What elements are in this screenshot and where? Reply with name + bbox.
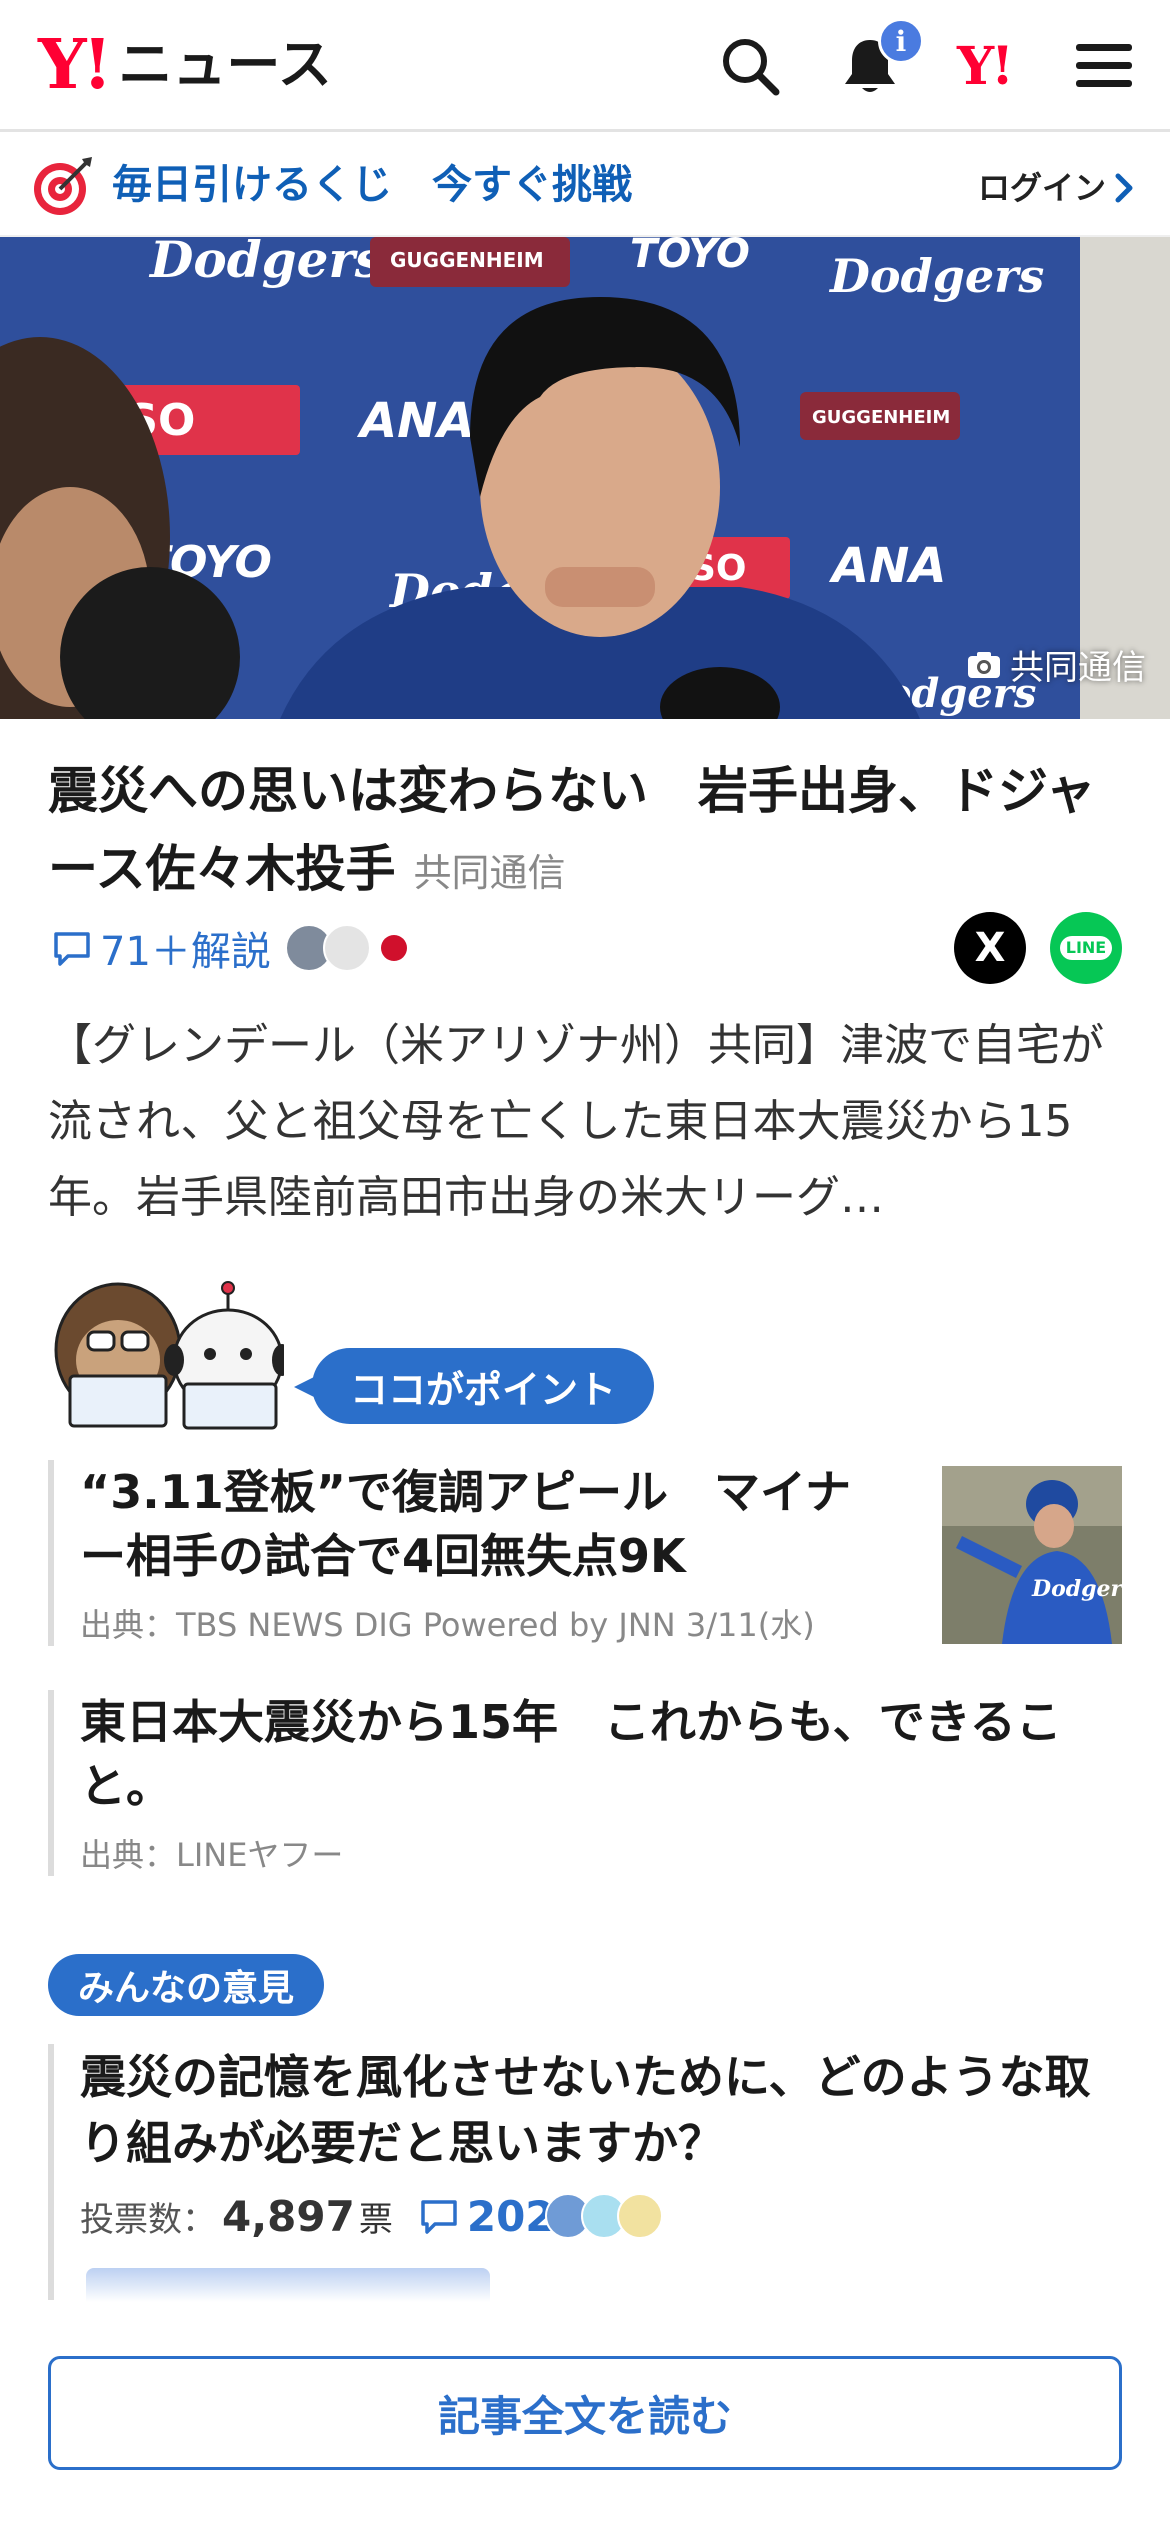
search-icon [723,39,780,96]
votes-unit: 票 [358,2199,393,2240]
article-hero-photo[interactable]: Dodgers GUGGENHEIM TOYO Dodgers ISO ANA … [0,237,1170,719]
point-item-title: “3.11登板”で復調アピール マイナー相手の試合で4回無失点9K [80,1465,852,1583]
chevron-right-icon [1115,173,1133,203]
point-item-thumbnail[interactable]: Dodgers [942,1466,1122,1644]
read-full-article-button[interactable]: 記事全文を読む [48,2356,1122,2470]
logo-text: ニュース [118,33,332,96]
logo-mark: Y! [38,25,112,105]
point-item-title: 東日本大震災から15年 これからも、できること。 [80,1695,1062,1813]
target-icon [34,157,92,215]
user-avatar [616,2193,663,2239]
expert-avatar [322,924,371,972]
yahoo-japan-button[interactable]: Y! [950,32,1018,100]
poll-comments-link[interactable]: 202 [419,2192,555,2241]
comments-link[interactable]: 71＋解説 [52,918,407,978]
hamburger-menu-icon [1076,44,1132,87]
expert-avatars [284,924,407,972]
svg-text:Dodgers: Dodgers [828,249,1044,303]
yahoo-icon: Y! [957,35,1014,97]
yahoo-news-logo[interactable]: Y! ニュース [38,30,332,100]
share-x-button[interactable]: X [954,912,1026,984]
votes-label: 投票数： [80,2199,216,2240]
app-header: Y! ニュース i Y! [0,0,1170,132]
baseball-pitcher-image: Dodgers [942,1466,1122,1644]
poll-option-bar [86,2268,490,2302]
red-dot-icon [380,935,407,961]
search-button[interactable] [716,32,784,100]
svg-text:GUGGENHEIM: GUGGENHEIM [390,248,544,272]
mascot-characters-icon [54,1281,284,1430]
point-item-source: 出典：LINEヤフー [80,1836,344,1874]
notification-badge: i [878,18,924,64]
comment-bubble-icon [421,2200,457,2234]
lottery-promo-bar[interactable]: 毎日引けるくじ 今すぐ挑戦 ログイン [0,135,1170,237]
login-label: ログイン [978,169,1107,207]
svg-text:Dodgers: Dodgers [148,237,383,289]
notification-button[interactable]: i [836,18,924,100]
svg-text:Dodgers: Dodgers [1031,1576,1122,1602]
photo-credit-text: 共同通信 [1010,648,1146,688]
votes-count: 4,897 [222,2191,355,2241]
lottery-promo-text[interactable]: 毎日引けるくじ 今すぐ挑戦 [112,155,632,215]
poll-question: 震災の記憶を風化させないために、どのような取り組みが必要だと思いますか？ [80,2050,1091,2170]
camera-icon [968,651,1000,678]
comment-count-label: 71＋解説 [100,929,271,975]
article-title: 震災への思いは変わらない 岩手出身、ドジャース佐々木投手 [48,762,1096,898]
svg-text:ANA: ANA [356,393,474,449]
opinion-poll[interactable]: 震災の記憶を風化させないために、どのような取り組みが必要だと思いますか？ 投票数… [48,2044,1128,2302]
svg-text:GUGGENHEIM: GUGGENHEIM [812,407,950,428]
poll-stats: 投票数： 4,897 票 202 [80,2186,1128,2246]
svg-text:TOYO: TOYO [630,237,750,277]
photo-credit: 共同通信 [966,640,1146,689]
article-source: 共同通信 [413,851,566,895]
opinion-label: みんなの意見 [48,1954,325,2016]
menu-button[interactable] [1070,32,1138,100]
svg-text:ANA: ANA [828,538,946,594]
comment-bubble-icon [54,932,90,966]
poll-comment-count: 202 [466,2191,555,2241]
login-link[interactable]: ログイン [978,163,1136,213]
article-headline[interactable]: 震災への思いは変わらない 岩手出身、ドジャース佐々木投手 共同通信 [48,752,1128,912]
share-line-button[interactable]: LINE [1050,912,1122,984]
article-summary[interactable]: 【グレンデール（米アリゾナ州）共同】津波で自宅が流され、父と祖父母を亡くした東日… [48,1008,1128,1236]
line-icon: LINE [1059,936,1113,960]
point-item[interactable]: 東日本大震災から15年 これからも、できること。 出典：LINEヤフー [48,1690,1128,1876]
point-label: ココがポイント [293,1348,655,1424]
